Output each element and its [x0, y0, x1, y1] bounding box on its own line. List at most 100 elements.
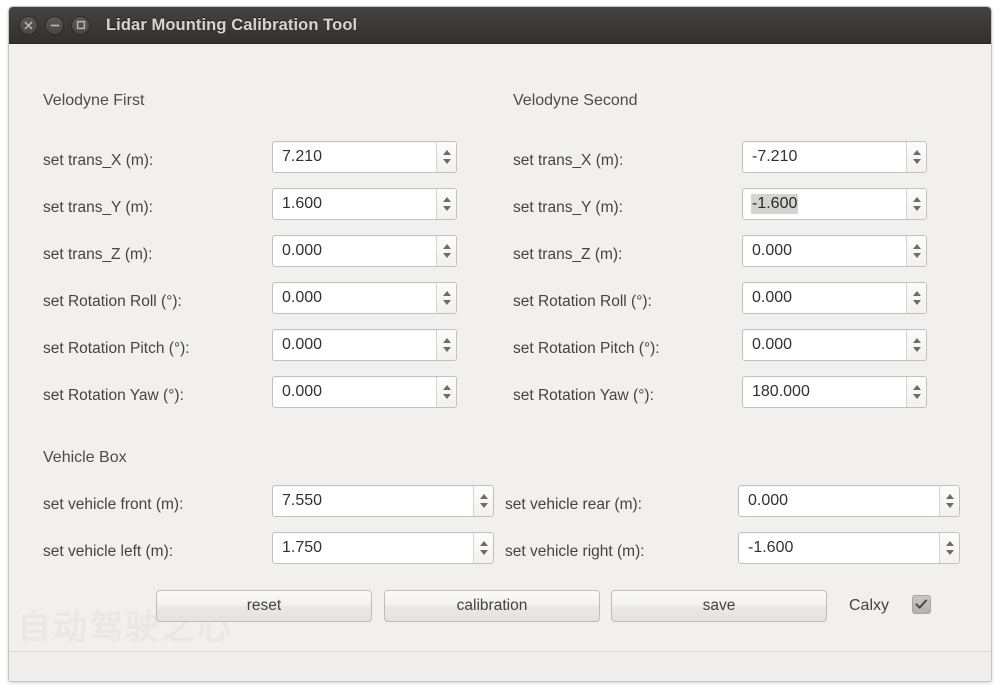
spinbox-vehicle-left[interactable]: 1.750 — [272, 532, 494, 564]
stepper-down-icon[interactable] — [474, 548, 493, 563]
spinbox-first-trans-x[interactable]: 7.210 — [272, 141, 457, 173]
spinbox-steppers[interactable] — [436, 283, 456, 313]
stepper-up-icon[interactable] — [437, 377, 456, 392]
spinbox-second-trans-x[interactable]: -7.210 — [742, 141, 927, 173]
label-first-yaw: set Rotation Yaw (°): — [43, 387, 184, 404]
label-second-trans-x: set trans_X (m): — [513, 152, 624, 169]
calxy-label: Calxy — [849, 597, 890, 614]
label-first-pitch: set Rotation Pitch (°): — [43, 340, 190, 357]
screenshot-root: Lidar Mounting Calibration Tool 自动驾驶之心 V… — [0, 0, 1000, 694]
calxy-checkbox[interactable] — [912, 595, 931, 614]
stepper-up-icon[interactable] — [907, 189, 926, 204]
spinbox-value[interactable]: 0.000 — [273, 283, 436, 313]
spinbox-value[interactable]: 0.000 — [273, 236, 436, 266]
stepper-up-icon[interactable] — [907, 236, 926, 251]
spinbox-value[interactable]: -1.600 — [743, 189, 906, 219]
stepper-up-icon[interactable] — [437, 330, 456, 345]
close-icon[interactable] — [19, 15, 38, 35]
stepper-down-icon[interactable] — [474, 501, 493, 516]
spinbox-value[interactable]: -7.210 — [743, 142, 906, 172]
spinbox-steppers[interactable] — [473, 486, 493, 516]
stepper-up-icon[interactable] — [437, 189, 456, 204]
spinbox-steppers[interactable] — [436, 189, 456, 219]
spinbox-vehicle-front[interactable]: 7.550 — [272, 485, 494, 517]
label-first-trans-x: set trans_X (m): — [43, 152, 154, 169]
label-second-pitch: set Rotation Pitch (°): — [513, 340, 660, 357]
stepper-up-icon[interactable] — [907, 283, 926, 298]
stepper-down-icon[interactable] — [437, 251, 456, 266]
spinbox-value[interactable]: 0.000 — [743, 236, 906, 266]
title-bar[interactable]: Lidar Mounting Calibration Tool — [9, 7, 991, 44]
label-first-trans-z: set trans_Z (m): — [43, 246, 153, 263]
spinbox-value[interactable]: 0.000 — [273, 330, 436, 360]
spinbox-first-trans-z[interactable]: 0.000 — [272, 235, 457, 267]
spinbox-value[interactable]: 0.000 — [743, 283, 906, 313]
calibration-button[interactable]: calibration — [384, 590, 600, 622]
stepper-up-icon[interactable] — [907, 142, 926, 157]
spinbox-steppers[interactable] — [906, 283, 926, 313]
spinbox-second-trans-y[interactable]: -1.600 — [742, 188, 927, 220]
spinbox-value[interactable]: -1.600 — [739, 533, 939, 563]
stepper-down-icon[interactable] — [907, 251, 926, 266]
spinbox-first-roll[interactable]: 0.000 — [272, 282, 457, 314]
label-second-yaw: set Rotation Yaw (°): — [513, 387, 654, 404]
spinbox-first-pitch[interactable]: 0.000 — [272, 329, 457, 361]
stepper-up-icon[interactable] — [437, 283, 456, 298]
stepper-up-icon[interactable] — [940, 533, 959, 548]
spinbox-value[interactable]: 7.210 — [273, 142, 436, 172]
stepper-up-icon[interactable] — [437, 236, 456, 251]
stepper-down-icon[interactable] — [907, 345, 926, 360]
spinbox-vehicle-rear[interactable]: 0.000 — [738, 485, 960, 517]
stepper-up-icon[interactable] — [474, 533, 493, 548]
spinbox-value[interactable]: 1.600 — [273, 189, 436, 219]
stepper-up-icon[interactable] — [907, 377, 926, 392]
spinbox-value[interactable]: 0.000 — [743, 330, 906, 360]
spinbox-steppers[interactable] — [906, 142, 926, 172]
stepper-down-icon[interactable] — [437, 204, 456, 219]
spinbox-value[interactable]: 180.000 — [743, 377, 906, 407]
stepper-down-icon[interactable] — [907, 392, 926, 407]
stepper-down-icon[interactable] — [437, 345, 456, 360]
spinbox-value[interactable]: 1.750 — [273, 533, 473, 563]
spinbox-steppers[interactable] — [906, 236, 926, 266]
stepper-down-icon[interactable] — [940, 501, 959, 516]
stepper-up-icon[interactable] — [474, 486, 493, 501]
spinbox-first-yaw[interactable]: 0.000 — [272, 376, 457, 408]
stepper-down-icon[interactable] — [907, 157, 926, 172]
spinbox-steppers[interactable] — [436, 330, 456, 360]
spinbox-steppers[interactable] — [939, 486, 959, 516]
stepper-down-icon[interactable] — [907, 298, 926, 313]
stepper-down-icon[interactable] — [437, 392, 456, 407]
stepper-down-icon[interactable] — [437, 157, 456, 172]
stepper-up-icon[interactable] — [907, 330, 926, 345]
spinbox-steppers[interactable] — [436, 142, 456, 172]
stepper-down-icon[interactable] — [940, 548, 959, 563]
spinbox-steppers[interactable] — [436, 377, 456, 407]
spinbox-value[interactable]: 0.000 — [739, 486, 939, 516]
save-button[interactable]: save — [611, 590, 827, 622]
spinbox-second-trans-z[interactable]: 0.000 — [742, 235, 927, 267]
spinbox-second-roll[interactable]: 0.000 — [742, 282, 927, 314]
maximize-icon[interactable] — [71, 15, 90, 35]
stepper-down-icon[interactable] — [437, 298, 456, 313]
spinbox-second-yaw[interactable]: 180.000 — [742, 376, 927, 408]
spinbox-value[interactable]: 0.000 — [273, 377, 436, 407]
spinbox-steppers[interactable] — [939, 533, 959, 563]
label-vehicle-rear: set vehicle rear (m): — [505, 496, 642, 513]
reset-button[interactable]: reset — [156, 590, 372, 622]
stepper-down-icon[interactable] — [907, 204, 926, 219]
stepper-up-icon[interactable] — [940, 486, 959, 501]
spinbox-steppers[interactable] — [906, 189, 926, 219]
spinbox-steppers[interactable] — [906, 377, 926, 407]
minimize-icon[interactable] — [45, 15, 64, 35]
spinbox-first-trans-y[interactable]: 1.600 — [272, 188, 457, 220]
spinbox-steppers[interactable] — [436, 236, 456, 266]
stepper-up-icon[interactable] — [437, 142, 456, 157]
spinbox-steppers[interactable] — [473, 533, 493, 563]
spinbox-steppers[interactable] — [906, 330, 926, 360]
window-title: Lidar Mounting Calibration Tool — [106, 15, 358, 34]
spinbox-value[interactable]: 7.550 — [273, 486, 473, 516]
main-content: 自动驾驶之心 Velodyne First Velodyne Second Ve… — [9, 44, 991, 651]
spinbox-vehicle-right[interactable]: -1.600 — [738, 532, 960, 564]
spinbox-second-pitch[interactable]: 0.000 — [742, 329, 927, 361]
